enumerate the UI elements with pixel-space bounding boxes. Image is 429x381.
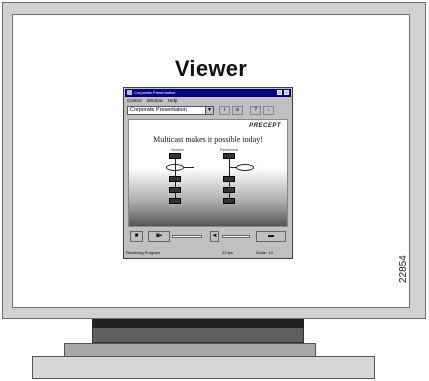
- brand-logo: PRECEPT: [249, 123, 281, 129]
- camera-button[interactable]: ◙▪: [148, 231, 170, 242]
- chevron-down-icon[interactable]: ▼: [205, 107, 213, 114]
- annotation: · · · · · · · · ·: [256, 164, 261, 175]
- download-button[interactable]: ↓: [263, 106, 274, 115]
- window-titlebar: Corporate Presentation: [125, 89, 291, 97]
- router-device: [223, 198, 235, 204]
- sender-label: Sender: [171, 147, 184, 152]
- info-button[interactable]: i: [219, 106, 230, 115]
- window-title: Corporate Presentation: [134, 90, 176, 95]
- annotation: · · · · · · · · ·: [195, 164, 200, 175]
- monitor-base-top: [64, 343, 316, 357]
- link-line: [184, 167, 194, 168]
- channel-select-value: Corporate Presentation: [130, 107, 187, 113]
- close-button[interactable]: [284, 90, 289, 95]
- monitor-base: [32, 356, 375, 379]
- menu-window[interactable]: Window: [147, 98, 163, 103]
- slide-gradient: [129, 168, 287, 226]
- video-slider[interactable]: [172, 235, 202, 238]
- help-button[interactable]: ?: [250, 106, 261, 115]
- channel-select[interactable]: Corporate Presentation ▼: [127, 106, 214, 115]
- network-cloud: [166, 164, 184, 171]
- slide-headline: Multicast makes it possible today!: [153, 135, 263, 144]
- status-bar: Receiving Program 22 fps Scale: 1X: [126, 248, 290, 257]
- app-icon: [127, 90, 132, 95]
- slide-content: PRECEPT Multicast makes it possible toda…: [128, 119, 288, 227]
- figure-number: 22854: [398, 255, 409, 283]
- record-button[interactable]: ▬: [256, 231, 286, 242]
- stop-icon[interactable]: ■: [130, 231, 143, 242]
- router-device: [169, 176, 181, 182]
- router-device: [223, 176, 235, 182]
- router-device: [169, 187, 181, 193]
- viewer-app-window: Corporate Presentation Control Window He…: [123, 87, 293, 259]
- receivers-label: Receivers: [220, 147, 238, 152]
- viewer-title: Viewer: [174, 56, 248, 81]
- link-line: [229, 167, 237, 168]
- network-cloud: [236, 164, 254, 171]
- status-fps: 22 fps: [222, 250, 233, 255]
- minimize-button[interactable]: [277, 90, 282, 95]
- monitor-neck-shadow: [92, 319, 304, 328]
- properties-button[interactable]: ⊙: [232, 106, 243, 115]
- router-device: [169, 198, 181, 204]
- playback-controls: ■ ◙▪ ◄ ▬: [128, 229, 288, 246]
- status-scale: Scale: 1X: [256, 250, 274, 255]
- toolbar: Corporate Presentation ▼ i ⊙ ? ↓: [126, 105, 290, 117]
- menu-control[interactable]: Control: [127, 98, 142, 103]
- status-receiving: Receiving Program: [126, 250, 161, 255]
- menu-bar: Control Window Help: [127, 98, 181, 103]
- speaker-icon[interactable]: ◄: [210, 231, 219, 242]
- volume-slider[interactable]: [222, 235, 250, 238]
- menu-help[interactable]: Help: [168, 98, 177, 103]
- router-device: [223, 187, 235, 193]
